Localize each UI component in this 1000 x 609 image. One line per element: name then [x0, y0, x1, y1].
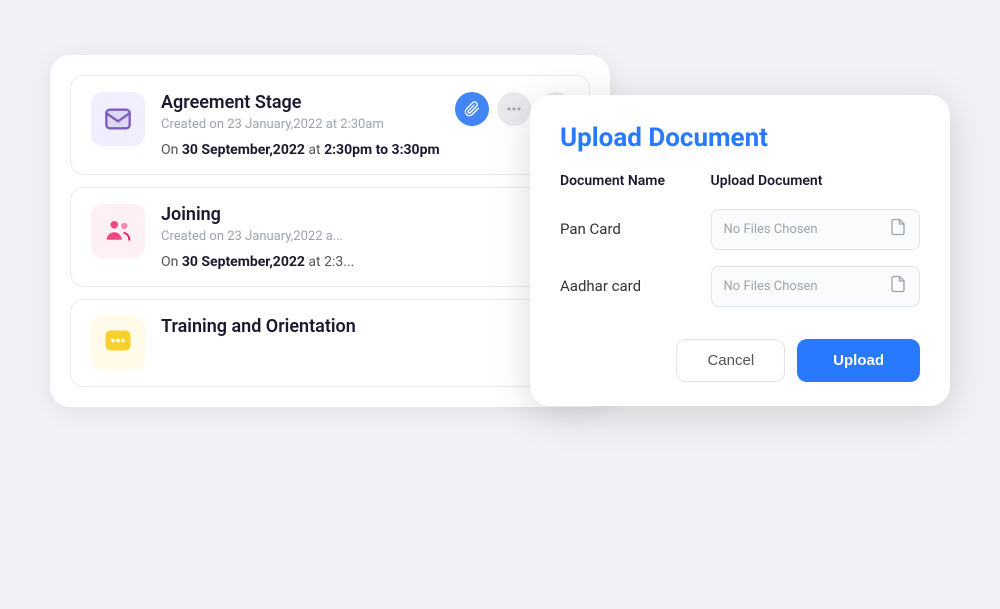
joining-content: Joining Created on 23 January,2022 a... …: [161, 204, 569, 270]
upload-button[interactable]: Upload: [797, 339, 920, 382]
paperclip-icon: [464, 101, 480, 117]
aadhar-card-file-icon: [889, 275, 907, 298]
joining-subtitle: Created on 23 January,2022 a...: [161, 229, 569, 244]
col-name-header: Document Name: [560, 173, 711, 201]
card-list: Agreement Stage Created on 23 January,20…: [50, 55, 610, 407]
chat-icon: [103, 328, 133, 358]
agreement-date: On 30 September,2022 at 2:30pm to 3:30pm: [161, 142, 569, 158]
dialog-actions: Cancel Upload: [560, 339, 920, 382]
more-button-1[interactable]: [497, 92, 531, 126]
pan-card-upload-cell: No Files Chosen: [711, 201, 920, 258]
cancel-button[interactable]: Cancel: [676, 339, 785, 382]
aadhar-card-upload-cell: No Files Chosen: [711, 258, 920, 315]
dialog-title: Upload Document: [560, 123, 920, 153]
pan-card-label: Pan Card: [560, 201, 711, 258]
joining-date: On 30 September,2022 at 2:3...: [161, 254, 569, 270]
document-table: Document Name Upload Document Pan Card N…: [560, 173, 920, 315]
people-icon: [103, 216, 133, 246]
joining-title: Joining: [161, 204, 569, 225]
attachment-button[interactable]: [455, 92, 489, 126]
training-icon-bg: [91, 316, 145, 370]
envelope-icon: [104, 105, 132, 133]
joining-card: Joining Created on 23 January,2022 a... …: [70, 187, 590, 287]
pan-card-file-input[interactable]: No Files Chosen: [711, 209, 920, 250]
joining-icon-bg: [91, 204, 145, 258]
aadhar-card-file-input[interactable]: No Files Chosen: [711, 266, 920, 307]
agreement-card: Agreement Stage Created on 23 January,20…: [70, 75, 590, 175]
training-title: Training and Orientation: [161, 316, 569, 337]
upload-dialog: Upload Document Document Name Upload Doc…: [530, 95, 950, 406]
training-card: Training and Orientation: [70, 299, 590, 387]
dots-icon-1: [507, 107, 521, 111]
aadhar-card-placeholder: No Files Chosen: [724, 279, 881, 294]
pan-card-placeholder: No Files Chosen: [724, 222, 881, 237]
aadhar-card-row: Aadhar card No Files Chosen: [560, 258, 920, 315]
agreement-icon-bg: [91, 92, 145, 146]
training-content: Training and Orientation: [161, 316, 569, 341]
pan-card-file-icon: [889, 218, 907, 241]
pan-card-row: Pan Card No Files Chosen: [560, 201, 920, 258]
aadhar-card-label: Aadhar card: [560, 258, 711, 315]
col-upload-header: Upload Document: [711, 173, 920, 201]
